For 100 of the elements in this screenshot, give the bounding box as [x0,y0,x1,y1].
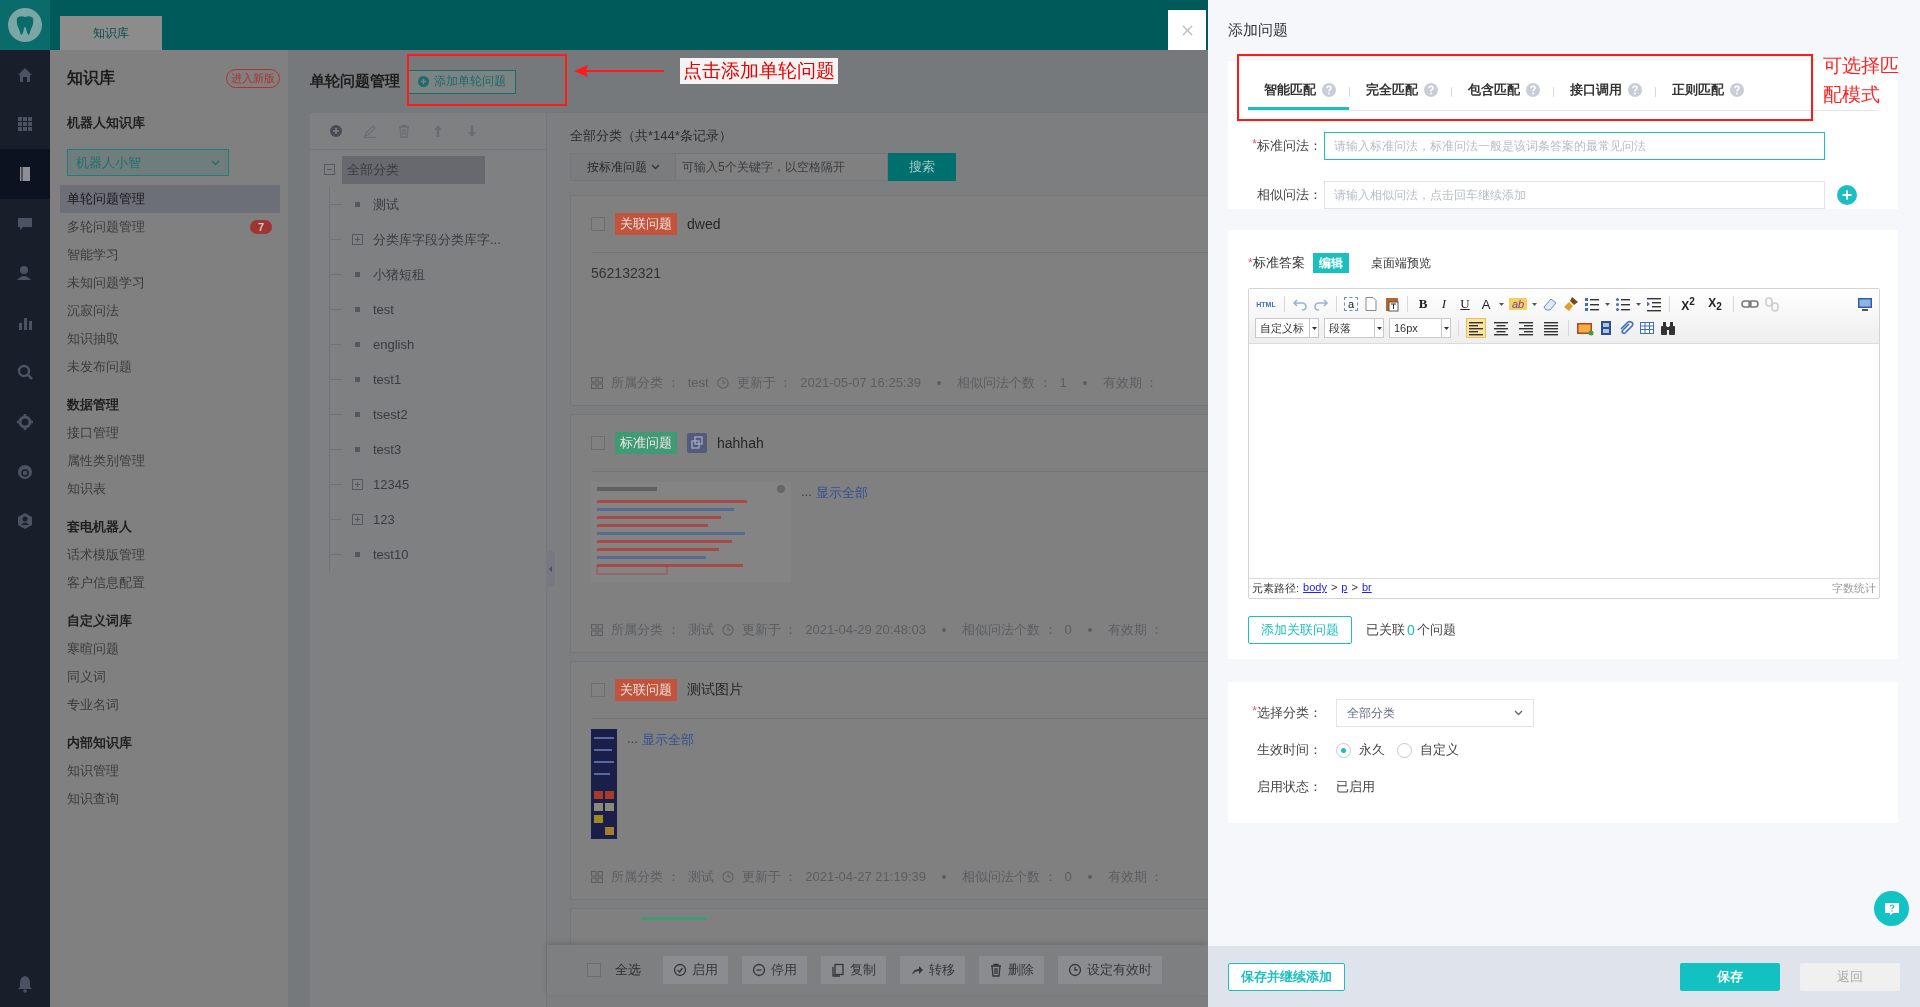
search-button[interactable]: 搜索 [888,153,956,181]
chevron-down-icon [1514,710,1523,716]
font-color-button[interactable]: A [1478,296,1494,312]
highlight-button[interactable]: ab [1509,298,1527,310]
save-button[interactable]: 保存 [1680,962,1780,991]
unlink-icon[interactable] [1764,296,1780,312]
tree-node[interactable]: english [373,337,415,352]
brush-icon[interactable] [1563,296,1579,312]
sidebar-item[interactable]: 寒暄问题 [60,635,280,663]
bold-button[interactable]: B [1415,296,1431,312]
show-all-link[interactable]: 显示全部 [815,484,868,502]
expand-icon[interactable] [352,234,363,245]
add-question-button[interactable]: 添加单轮问题 [408,69,516,94]
underline-button[interactable]: U [1457,296,1473,312]
tree-node[interactable]: test10 [373,547,409,562]
plus-circle-icon[interactable] [329,124,343,138]
tree-node[interactable]: 小猪短租 [373,265,425,284]
page-icon[interactable] [1363,296,1379,312]
indent-icon[interactable] [1646,296,1662,312]
sidebar-item[interactable]: 多轮问题管理 7 [60,213,280,241]
undo-icon[interactable] [1292,296,1308,312]
keyword-field[interactable]: 可输入5个关键字，以空格隔开 [676,153,888,181]
sidebar-item[interactable]: 客户信息配置 [60,569,280,597]
tree-node[interactable]: 123 [373,512,395,527]
sidebar-item[interactable]: 属性类别管理 [60,447,280,475]
ordered-list-icon[interactable] [1584,296,1600,312]
table-icon[interactable] [1639,320,1655,336]
paste-icon[interactable] [1384,296,1400,312]
match-mode-tab[interactable]: 正则匹配 [1656,73,1757,110]
bell-icon[interactable] [17,975,33,993]
question-title[interactable]: hahhah [717,435,764,451]
path-link[interactable]: body [1303,581,1327,596]
match-mode-tab[interactable]: 完全匹配 [1350,73,1451,110]
tree-node[interactable]: 测试 [373,195,399,214]
font-size-select[interactable]: 16px [1389,318,1451,338]
tree-node[interactable]: 分类库字段分类库字... [373,230,501,249]
add-related-button[interactable]: 添加关联问题 [1248,616,1352,644]
sidebar-item[interactable]: 话术模版管理 [60,541,280,569]
sidebar-item[interactable]: 接口管理 [60,419,280,447]
bullet-list-icon[interactable] [1615,296,1631,312]
align-button[interactable] [1466,318,1486,338]
sidebar-item[interactable]: 未发布问题 [60,353,280,381]
tree-node[interactable]: tsest2 [373,407,408,422]
minus-circle-icon [752,963,766,977]
heading-select[interactable]: 自定义标 [1255,318,1319,338]
subscript-button[interactable]: X$_{2}$ [1704,295,1726,313]
sidebar-item[interactable]: 知识查询 [60,785,280,813]
help-icon [1526,83,1540,97]
match-mode-tab[interactable]: 接口调用 [1554,73,1655,110]
validity-option[interactable]: 永久 [1336,741,1385,759]
match-mode-tab[interactable]: 包含匹配 [1452,73,1553,110]
search-mode-select[interactable]: 按标准问题 [570,153,676,181]
path-link[interactable]: p [1341,581,1348,596]
sidebar-item[interactable]: 智能学习 [60,241,280,269]
tree-node[interactable]: test3 [373,442,402,457]
sidebar-item[interactable]: 单轮问题管理 [60,185,280,213]
tree-node[interactable]: 12345 [373,477,410,492]
sidebar-item[interactable]: 同义词 [60,663,280,691]
show-all-link[interactable]: 显示全部 [641,731,694,749]
monitor-icon[interactable] [1857,296,1873,312]
redo-icon[interactable] [1313,296,1329,312]
nav-button[interactable] [0,149,50,199]
collapse-icon[interactable] [324,164,335,175]
superscript-button[interactable]: X$^{2}$ [1677,295,1699,313]
expand-icon[interactable] [352,514,363,525]
sidebar-item[interactable]: 沉寂问法 [60,297,280,325]
answer-view-tab[interactable]: 编辑 [1312,253,1349,273]
film-icon[interactable] [1599,320,1613,336]
help-chat-button[interactable] [1874,891,1909,926]
save-continue-button[interactable]: 保存并继续添加 [1228,962,1345,991]
match-mode-tab[interactable]: 智能匹配 [1248,73,1349,110]
path-link[interactable]: br [1361,581,1372,596]
binoculars-icon[interactable] [1660,320,1676,336]
add-similar-button[interactable] [1837,185,1857,205]
sidebar-item[interactable]: 知识抽取 [60,325,280,353]
sidebar-item[interactable]: 知识表 [60,475,280,503]
italic-button[interactable]: I [1436,296,1452,312]
field-label: 选择分类： [1257,704,1322,722]
sidebar-item[interactable]: 知识管理 [60,757,280,785]
answer-view-tab[interactable]: 桌面端预览 [1364,253,1437,273]
tree-node[interactable]: test [373,302,394,317]
drawer-title: 添加问题 [1228,20,1289,40]
close-button[interactable] [1168,10,1206,50]
top-tab[interactable]: 知识库 [60,16,162,50]
eraser-icon[interactable] [1542,296,1558,312]
validity-option[interactable]: 自定义 [1397,741,1459,759]
collapse-handle[interactable] [546,551,555,587]
paperclip-icon[interactable] [1618,320,1634,336]
question-title[interactable]: 测试图片 [687,681,743,699]
question-field[interactable]: 请输入标准问法，标准问法一般是该词条答案的最常见问法 [1324,132,1825,160]
sidebar-item[interactable]: 未知问题学习 [60,269,280,297]
sidebar-item[interactable]: 专业名词 [60,691,280,719]
category-select[interactable]: 全部分类 [1336,699,1534,727]
image-icon[interactable] [1576,320,1594,336]
tree-node[interactable]: test1 [373,372,402,387]
expand-icon[interactable] [352,479,363,490]
question-title[interactable]: dwed [687,216,721,232]
paragraph-select[interactable]: 段落 [1324,318,1384,338]
grid-icon [16,115,34,134]
anchor-button[interactable]: a [1344,297,1358,311]
